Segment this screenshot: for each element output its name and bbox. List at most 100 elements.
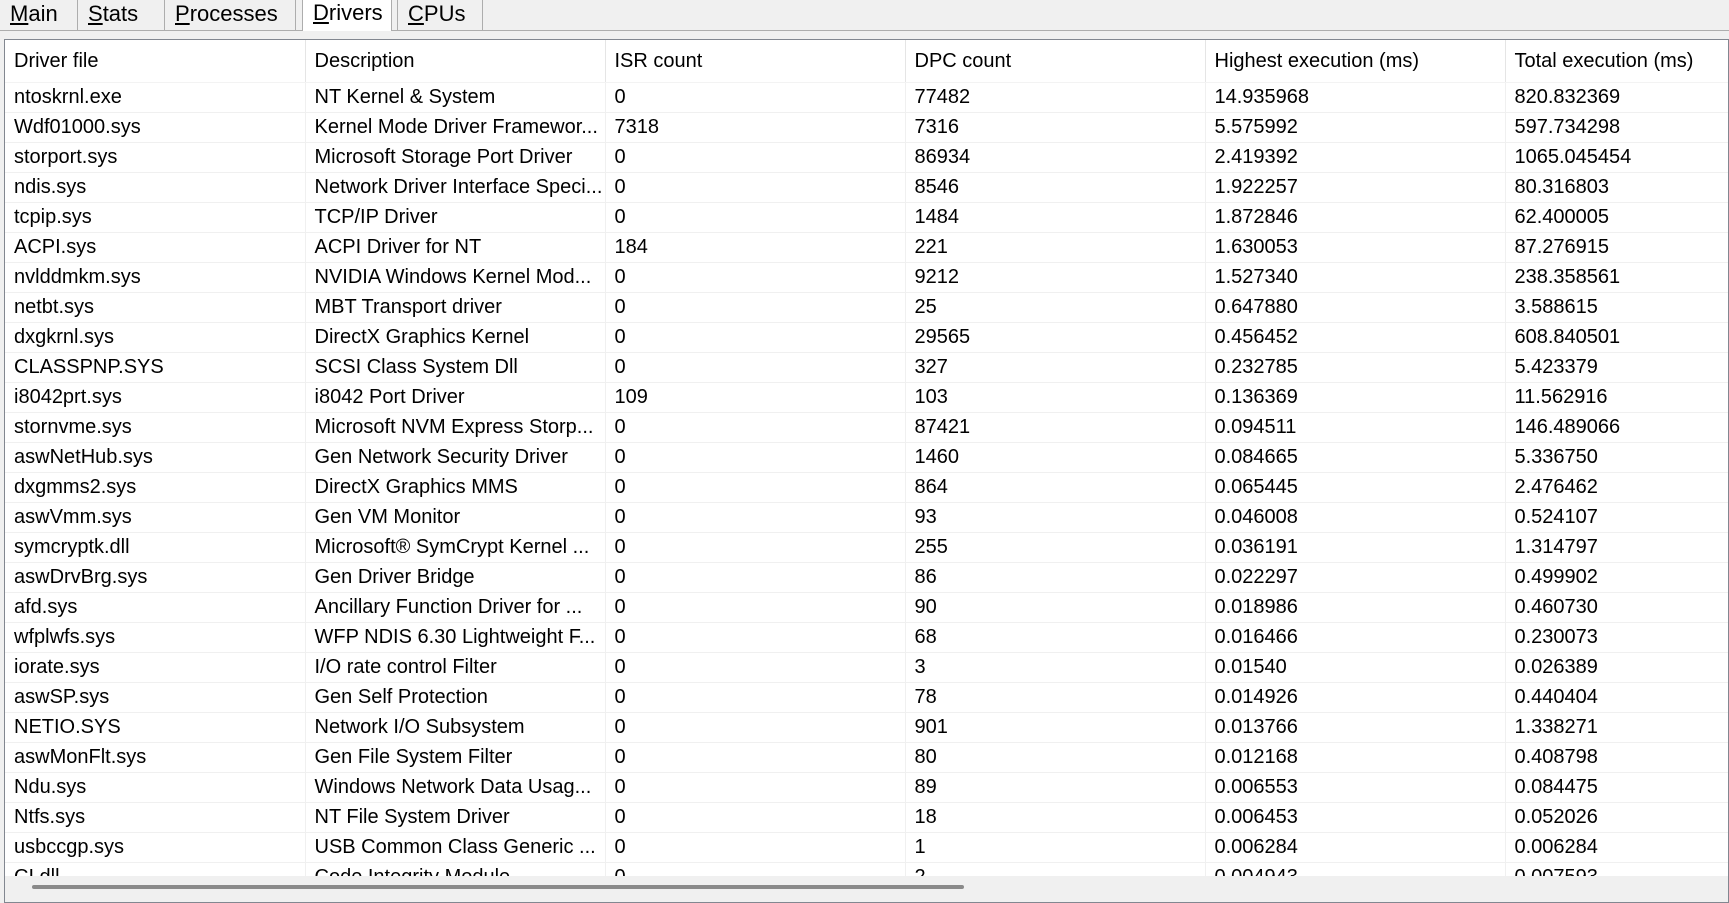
table-row[interactable]: dxgmms2.sys DirectX Graphics MMS 0 864 0.065… (5, 472, 1728, 503)
driver-file-cell: Ndu.sys (5, 772, 306, 803)
column-header-dpc-count[interactable]: DPC count (905, 40, 1206, 83)
total-execution-cell: 1.338271 (1505, 712, 1728, 743)
table-row[interactable]: netbt.sys MBT Transport driver 0 25 0.647880… (5, 292, 1728, 323)
total-execution-cell: 0.230073 (1505, 622, 1728, 653)
highest-execution-cell: 0.022297 (1205, 562, 1506, 593)
driver-file-cell: CLASSPNP.SYS (5, 352, 306, 383)
isr-count-cell: 7318 (605, 112, 906, 143)
isr-count-cell: 0 (605, 652, 906, 683)
table-row[interactable]: ndis.sys Network Driver Interface Speci..… (5, 172, 1728, 203)
column-header-highest-execution[interactable]: Highest execution (ms) (1205, 40, 1506, 83)
description-cell: NT Kernel & System (305, 82, 606, 113)
table-row[interactable]: Ndu.sys Windows Network Data Usag... 0 89 0.… (5, 772, 1728, 803)
table-row[interactable]: stornvme.sys Microsoft NVM Express Storp.… (5, 412, 1728, 443)
table-row[interactable]: aswNetHub.sys Gen Network Security Driver… (5, 442, 1728, 473)
isr-count-cell: 0 (605, 352, 906, 383)
table-header-row: Driver file Description ISR count DPC co… (5, 40, 1728, 83)
total-execution-cell: 0.084475 (1505, 772, 1728, 803)
table-row[interactable]: iorate.sys I/O rate control Filter 0 3 0.015… (5, 652, 1728, 683)
highest-execution-cell: 0.016466 (1205, 622, 1506, 653)
driver-file-cell: aswMonFlt.sys (5, 742, 306, 773)
dpc-count-cell: 29565 (905, 322, 1206, 353)
tab-main-mnemonic: M (10, 1, 29, 26)
driver-file-cell: ntoskrnl.exe (5, 82, 306, 113)
drivers-table-body: ntoskrnl.exe NT Kernel & System 0 77482 14.9… (5, 82, 1728, 878)
total-execution-cell: 238.358561 (1505, 262, 1728, 293)
table-row[interactable]: dxgkrnl.sys DirectX Graphics Kernel 0 29565… (5, 322, 1728, 353)
highest-execution-cell: 0.018986 (1205, 592, 1506, 623)
description-cell: DirectX Graphics Kernel (305, 322, 606, 353)
isr-count-cell: 0 (605, 622, 906, 653)
tab-stats-label: tats (102, 1, 139, 26)
table-row[interactable]: storport.sys Microsoft Storage Port Drive… (5, 142, 1728, 173)
total-execution-cell: 5.423379 (1505, 352, 1728, 383)
driver-file-cell: i8042prt.sys (5, 382, 306, 413)
total-execution-cell: 0.440404 (1505, 682, 1728, 713)
tab-stats[interactable]: Stats (77, 0, 165, 30)
isr-count-cell: 0 (605, 772, 906, 803)
description-cell: WFP NDIS 6.30 Lightweight F... (305, 622, 606, 653)
dpc-count-cell: 25 (905, 292, 1206, 323)
total-execution-cell: 1.314797 (1505, 532, 1728, 563)
description-cell: SCSI Class System Dll (305, 352, 606, 383)
highest-execution-cell: 0.232785 (1205, 352, 1506, 383)
isr-count-cell: 0 (605, 262, 906, 293)
tab-drivers-mnemonic: D (313, 0, 329, 25)
table-row[interactable]: tcpip.sys TCP/IP Driver 0 1484 1.872846 62.40… (5, 202, 1728, 233)
table-row[interactable]: aswSP.sys Gen Self Protection 0 78 0.014926 0… (5, 682, 1728, 713)
driver-file-cell: ndis.sys (5, 172, 306, 203)
table-row[interactable]: wfplwfs.sys WFP NDIS 6.30 Lightweight F..… (5, 622, 1728, 653)
isr-count-cell: 0 (605, 682, 906, 713)
tab-drivers[interactable]: Drivers (302, 0, 392, 31)
table-row[interactable]: ntoskrnl.exe NT Kernel & System 0 77482 14.9… (5, 82, 1728, 113)
description-cell: NT File System Driver (305, 802, 606, 833)
table-row[interactable]: i8042prt.sys i8042 Port Driver 109 103 0.136… (5, 382, 1728, 413)
column-header-driver-file[interactable]: Driver file (5, 40, 306, 83)
horizontal-scrollbar-thumb[interactable] (32, 885, 964, 889)
highest-execution-cell: 0.065445 (1205, 472, 1506, 503)
table-row[interactable]: nvlddmkm.sys NVIDIA Windows Kernel Mod...… (5, 262, 1728, 293)
table-row[interactable]: NETIO.SYS Network I/O Subsystem 0 901 0.0137… (5, 712, 1728, 743)
table-row[interactable]: aswVmm.sys Gen VM Monitor 0 93 0.046008 0.524… (5, 502, 1728, 533)
total-execution-cell: 0.524107 (1505, 502, 1728, 533)
highest-execution-cell: 1.872846 (1205, 202, 1506, 233)
table-row[interactable]: usbccgp.sys USB Common Class Generic ... 0… (5, 832, 1728, 863)
total-execution-cell: 0.052026 (1505, 802, 1728, 833)
dpc-count-cell: 7316 (905, 112, 1206, 143)
dpc-count-cell: 3 (905, 652, 1206, 683)
table-row[interactable]: Ntfs.sys NT File System Driver 0 18 0.006453… (5, 802, 1728, 833)
isr-count-cell: 0 (605, 592, 906, 623)
table-row[interactable]: aswMonFlt.sys Gen File System Filter 0 80 0.… (5, 742, 1728, 773)
table-row[interactable]: symcryptk.dll Microsoft® SymCrypt Kernel … (5, 532, 1728, 563)
isr-count-cell: 184 (605, 232, 906, 263)
table-row[interactable]: ACPI.sys ACPI Driver for NT 184 221 1.630053… (5, 232, 1728, 263)
column-header-isr-count[interactable]: ISR count (605, 40, 906, 83)
table-row[interactable]: Wdf01000.sys Kernel Mode Driver Framewor.… (5, 112, 1728, 143)
tab-processes[interactable]: Processes (164, 0, 296, 30)
tab-processes-label: rocesses (189, 1, 278, 26)
drivers-table-viewport[interactable]: Driver file Description ISR count DPC co… (5, 40, 1728, 878)
description-cell: I/O rate control Filter (305, 652, 606, 683)
drivers-panel: Driver file Description ISR count DPC co… (4, 39, 1729, 903)
isr-count-cell: 0 (605, 472, 906, 503)
column-header-description[interactable]: Description (305, 40, 606, 83)
table-row[interactable]: CLASSPNP.SYS SCSI Class System Dll 0 327 0.2… (5, 352, 1728, 383)
tab-processes-mnemonic: P (175, 1, 190, 26)
highest-execution-cell: 0.014926 (1205, 682, 1506, 713)
tab-cpus[interactable]: CPUs (397, 0, 483, 30)
isr-count-cell: 0 (605, 322, 906, 353)
dpc-count-cell: 901 (905, 712, 1206, 743)
dpc-count-cell: 103 (905, 382, 1206, 413)
description-cell: Microsoft Storage Port Driver (305, 142, 606, 173)
isr-count-cell: 0 (605, 292, 906, 323)
horizontal-scrollbar[interactable] (5, 876, 1728, 902)
dpc-count-cell: 255 (905, 532, 1206, 563)
isr-count-cell: 0 (605, 802, 906, 833)
column-header-total-execution[interactable]: Total execution (ms) (1505, 40, 1728, 83)
description-cell: Gen Driver Bridge (305, 562, 606, 593)
tab-main[interactable]: Main (0, 0, 78, 30)
table-row[interactable]: afd.sys Ancillary Function Driver for ...… (5, 592, 1728, 623)
total-execution-cell: 146.489066 (1505, 412, 1728, 443)
highest-execution-cell: 0.013766 (1205, 712, 1506, 743)
table-row[interactable]: aswDrvBrg.sys Gen Driver Bridge 0 86 0.02229… (5, 562, 1728, 593)
